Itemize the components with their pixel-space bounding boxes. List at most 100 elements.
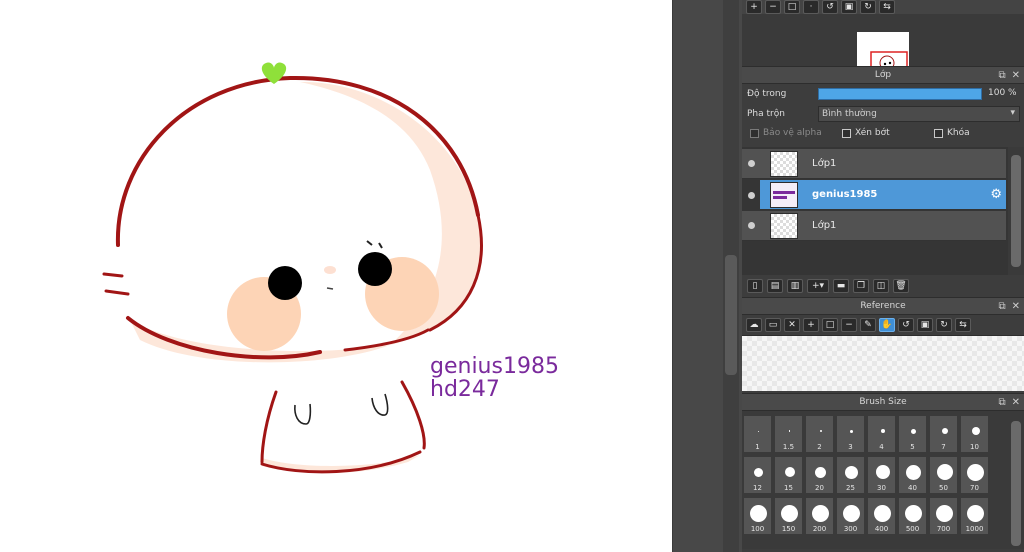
brush-dot-icon [784, 467, 795, 477]
flip-icon[interactable]: ⇆ [955, 318, 971, 332]
delete-layer-icon[interactable]: 🗑 [893, 279, 909, 293]
zoom-in-icon[interactable]: + [803, 318, 819, 332]
brush-size-cell[interactable]: 12 [743, 456, 772, 494]
blend-mode-select[interactable]: Bình thường ▾ [818, 106, 1020, 122]
reference-panel-title: Reference [860, 301, 906, 311]
brush-grid-scrollbar-thumb[interactable] [1011, 421, 1021, 546]
close-icon[interactable]: ✕ [1012, 397, 1020, 408]
opacity-slider[interactable] [818, 88, 982, 100]
eye-icon[interactable] [748, 160, 755, 167]
brush-size-cell[interactable]: 700 [929, 497, 958, 535]
brush-size-cell[interactable]: 100 [743, 497, 772, 535]
new-layer-icon[interactable]: ▯ [747, 279, 763, 293]
brush-size-cell[interactable]: 7 [929, 415, 958, 453]
brush-size-cell[interactable]: 200 [805, 497, 834, 535]
layer-toolbar: ▯ ▤ ▥ +▾ ▬ ❐ ◫ 🗑 [742, 275, 1024, 297]
eye-icon[interactable] [748, 192, 755, 199]
eyedropper-icon[interactable]: ✎ [860, 318, 876, 332]
fit-icon[interactable]: □ [784, 0, 800, 14]
popout-icon[interactable]: ⧉ [998, 70, 1005, 81]
brush-size-label: 2 [817, 443, 822, 451]
brush-size-cell[interactable]: 4 [867, 415, 896, 453]
checkbox-icon [842, 128, 851, 138]
brush-size-cell[interactable]: 10 [960, 415, 989, 453]
brush-dot-icon [875, 465, 890, 479]
rotate-left-icon[interactable]: ↺ [898, 318, 914, 332]
brush-size-cell[interactable]: 150 [774, 497, 803, 535]
eye-icon[interactable] [748, 222, 755, 229]
brush-size-cell[interactable]: 40 [898, 456, 927, 494]
body-fill [262, 365, 422, 469]
brush-size-cell[interactable]: 30 [867, 456, 896, 494]
close-icon[interactable]: ✕ [784, 318, 800, 332]
drawing-canvas[interactable]: genius1985 hd247 [0, 0, 672, 552]
brush-size-cell[interactable]: 15 [774, 456, 803, 494]
brush-size-cell[interactable]: 70 [960, 456, 989, 494]
brush-size-label: 500 [905, 525, 920, 533]
brush-size-cell[interactable]: 400 [867, 497, 896, 535]
fit-icon[interactable]: □ [822, 318, 838, 332]
brush-size-panel-header: Brush Size ⧉ ✕ [742, 393, 1024, 411]
flip-icon[interactable]: ⇆ [879, 0, 895, 14]
reference-canvas[interactable] [742, 335, 1024, 391]
brush-dot-icon [936, 504, 953, 522]
layer-list-scrollbar[interactable] [1008, 147, 1024, 275]
brush-size-cell[interactable]: 3 [836, 415, 865, 453]
protect-alpha-checkbox[interactable]: Bảo vệ alpha [750, 128, 822, 138]
brush-size-cell[interactable]: 20 [805, 456, 834, 494]
brush-dot-icon [815, 466, 826, 478]
lock-checkbox[interactable]: Khóa [934, 128, 970, 138]
zoom-reset-icon[interactable]: · [803, 0, 819, 14]
layer-item-selected[interactable]: genius1985 ⚙ [760, 180, 1006, 210]
zoom-out-icon[interactable]: − [765, 0, 781, 14]
brush-size-label: 1 [755, 443, 760, 451]
checkbox-icon [934, 128, 943, 138]
new-layer-8bit-icon[interactable]: ▤ [767, 279, 783, 293]
navigator-preview[interactable] [742, 14, 1024, 80]
layer-list-scrollbar-thumb[interactable] [1011, 155, 1021, 267]
zoom-out-icon[interactable]: − [841, 318, 857, 332]
brush-size-cell[interactable]: 25 [836, 456, 865, 494]
brush-size-cell[interactable]: 1.5 [774, 415, 803, 453]
close-icon[interactable]: ✕ [1012, 301, 1020, 312]
canvas-scrollbar-thumb[interactable] [725, 255, 737, 375]
popout-icon[interactable]: ⧉ [998, 397, 1005, 408]
gear-icon[interactable]: ⚙ [990, 187, 1002, 202]
brush-size-cell[interactable]: 500 [898, 497, 927, 535]
brush-size-cell[interactable]: 1 [743, 415, 772, 453]
checkbox-icon [750, 128, 759, 138]
rotate-right-icon[interactable]: ↻ [860, 0, 876, 14]
fit-window-icon[interactable]: ▣ [841, 0, 857, 14]
hand-icon[interactable]: ✋ [879, 318, 895, 332]
opacity-value: 100 % [988, 88, 1017, 98]
brush-size-cell[interactable]: 300 [836, 497, 865, 535]
zoom-in-icon[interactable]: + [746, 0, 762, 14]
add-layer-dropdown-icon[interactable]: +▾ [807, 279, 829, 293]
rotate-right-icon[interactable]: ↻ [936, 318, 952, 332]
clipping-checkbox[interactable]: Xén bớt [842, 128, 890, 138]
layer-name: Lớp1 [812, 158, 837, 169]
layer-item[interactable]: Lớp1 [742, 211, 1006, 241]
duplicate-layer-icon[interactable]: ❐ [853, 279, 869, 293]
merge-layer-icon[interactable]: ◫ [873, 279, 889, 293]
brush-size-cell[interactable]: 1000 [960, 497, 989, 535]
popout-icon[interactable]: ⧉ [998, 301, 1005, 312]
side-panels: + − □ · ↺ ▣ ↻ ⇆ Lớp ⧉ ✕ Độ trong 100 % P… [742, 0, 1024, 552]
layer-list: Lớp1 genius1985 ⚙ Lớp1 [742, 147, 1024, 275]
open-folder-icon[interactable]: ▭ [765, 318, 781, 332]
cloud-icon[interactable]: ☁ [746, 318, 762, 332]
brush-grid-scrollbar[interactable] [1008, 411, 1024, 549]
layer-thumbnail [770, 151, 798, 177]
brush-size-label: 100 [750, 525, 765, 533]
brush-size-cell[interactable]: 2 [805, 415, 834, 453]
eye-left [268, 266, 302, 300]
new-layer-1bit-icon[interactable]: ▥ [787, 279, 803, 293]
rotate-left-icon[interactable]: ↺ [822, 0, 838, 14]
brush-size-cell[interactable]: 50 [929, 456, 958, 494]
reference-toolbar: ☁ ▭ ✕ + □ − ✎ ✋ ↺ ▣ ↻ ⇆ [742, 315, 1024, 335]
folder-icon[interactable]: ▬ [833, 279, 849, 293]
close-icon[interactable]: ✕ [1012, 70, 1020, 81]
layer-item[interactable]: Lớp1 [742, 149, 1006, 179]
brush-size-cell[interactable]: 5 [898, 415, 927, 453]
fit-window-icon[interactable]: ▣ [917, 318, 933, 332]
